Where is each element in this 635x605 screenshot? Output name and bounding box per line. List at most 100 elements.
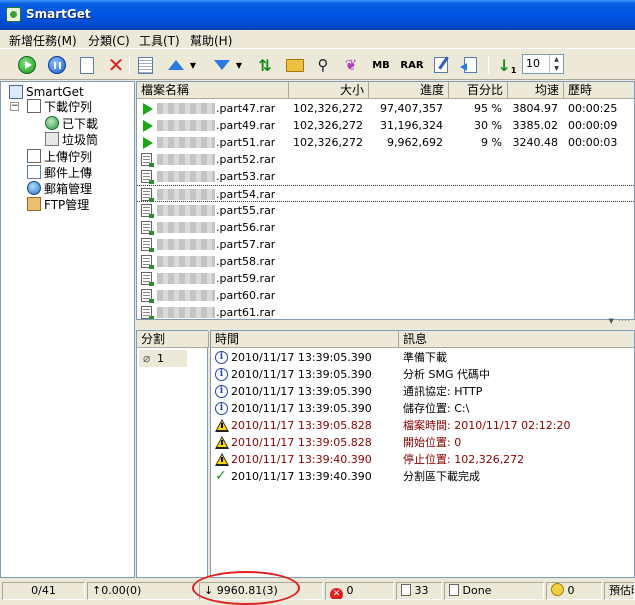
col-time[interactable]: 時間 [211, 331, 399, 348]
open-folder-button[interactable] [284, 54, 306, 76]
cell-time [564, 202, 630, 219]
file-name: .part47.rar [216, 102, 276, 115]
tree-item-trash[interactable]: 垃圾筒 [45, 131, 98, 147]
queued-file-icon [141, 306, 154, 319]
paperclip-icon: ⌀ [143, 351, 151, 365]
log-row[interactable]: 2010/11/17 13:39:05.828 開始位置: 0 [211, 434, 634, 451]
tree-item-upload-queue[interactable]: 上傳佇列 [27, 148, 92, 164]
col-filename[interactable]: 檔案名稱 [137, 82, 289, 99]
tree-item-mailbox[interactable]: 郵箱管理 [27, 180, 92, 196]
log-time: 2010/11/17 13:39:05.390 [231, 402, 372, 415]
col-elapsed[interactable]: 歷時 [564, 82, 634, 99]
table-row[interactable]: .part53.rar [137, 168, 634, 185]
rar-button[interactable]: RAR [399, 54, 425, 76]
log-row[interactable]: i 2010/11/17 13:39:05.390 分析 SMG 代碼中 [211, 366, 634, 383]
log-row[interactable]: i 2010/11/17 13:39:05.390 通訊協定: HTTP [211, 383, 634, 400]
collapse-toggle[interactable]: − [10, 102, 19, 111]
tree-item-mail-upload[interactable]: 郵件上傳 [27, 164, 92, 180]
table-row[interactable]: .part61.rar [137, 304, 634, 319]
tree-item-label: 垃圾筒 [62, 132, 99, 147]
properties-button[interactable] [134, 54, 156, 76]
log-row[interactable]: i 2010/11/17 13:39:05.390 準備下載 [211, 349, 634, 366]
col-progress[interactable]: 進度 [369, 82, 449, 99]
menu-help[interactable]: 幫助(H) [190, 32, 232, 49]
thread-count-spinner[interactable]: 10 ▲ ▼ [522, 54, 564, 74]
table-row[interactable]: .part55.rar [137, 202, 634, 219]
cell-pct [449, 287, 502, 304]
redacted-filename [157, 137, 215, 148]
move-down-dropdown[interactable]: ▼ [234, 54, 244, 76]
cell-time: 00:00:25 [568, 102, 618, 115]
menu-category[interactable]: 分類(C) [88, 32, 130, 49]
cell-speed [508, 151, 558, 168]
move-up-button[interactable] [165, 54, 187, 76]
status-scheduled: 0 [546, 582, 602, 600]
mb-button[interactable]: MB [370, 54, 392, 76]
menu-new-task[interactable]: 新增任務(M) [9, 32, 77, 49]
cell-progress [369, 186, 443, 203]
downloading-icon [143, 120, 153, 132]
cell-size: 102,326,272 [293, 102, 363, 115]
pane-splitter[interactable]: ▼ ···· [136, 317, 635, 330]
cell-time [564, 219, 630, 236]
move-down-button[interactable] [211, 54, 233, 76]
col-speed[interactable]: 均速 [508, 82, 564, 99]
cell-pct [449, 270, 502, 287]
table-row[interactable]: .part57.rar [137, 236, 634, 253]
group-button[interactable]: ❦ [340, 54, 362, 76]
log-row[interactable]: 2010/11/17 13:39:05.828 檔案時間: 2010/11/17 … [211, 417, 634, 434]
speed-button[interactable]: ⇅ [254, 54, 276, 76]
table-row[interactable]: .part51.rar 102,326,272 9,962,692 9 % 3240.4… [137, 134, 634, 151]
log-row[interactable]: 2010/11/17 13:39:40.390 停止位置: 102,326,272 [211, 451, 634, 468]
table-row[interactable]: .part58.rar [137, 253, 634, 270]
file-name: .part59.rar [216, 272, 276, 285]
redacted-filename [157, 205, 215, 216]
threads-icon-button[interactable]: ↓ 1 [496, 54, 518, 76]
tree-item-ftp[interactable]: FTP管理 [27, 196, 89, 212]
log-row[interactable]: ✓ 2010/11/17 13:39:40.390 分割區下載完成 [211, 468, 634, 485]
cell-pct [449, 186, 502, 203]
col-size[interactable]: 大小 [289, 82, 369, 99]
log-row[interactable]: i 2010/11/17 13:39:05.390 儲存位置: C:\ [211, 400, 634, 417]
col-segment[interactable]: 分割 [137, 331, 209, 348]
table-row[interactable]: .part52.rar [137, 151, 634, 168]
file-name: .part57.rar [216, 238, 276, 251]
edit-button[interactable] [430, 54, 452, 76]
warning-icon [215, 436, 229, 449]
table-row[interactable]: .part60.rar [137, 287, 634, 304]
table-row[interactable]: .part47.rar 102,326,272 97,407,357 95 % 3804… [137, 100, 634, 117]
move-up-dropdown[interactable]: ▼ [188, 54, 198, 76]
start-button[interactable] [16, 54, 38, 76]
table-row[interactable]: .part54.rar [137, 185, 634, 203]
segment-item[interactable]: ⌀ 1 [139, 350, 187, 367]
cell-pct [449, 236, 502, 253]
downloading-icon [143, 103, 153, 115]
info-icon: i [215, 385, 228, 398]
splitter-grip-icon: ▼ ···· [608, 317, 631, 325]
cell-time [564, 270, 630, 287]
title-bar[interactable]: SmartGet [0, 0, 635, 30]
spin-down-icon[interactable]: ▼ [550, 64, 563, 73]
spinner-arrows[interactable]: ▲ ▼ [549, 55, 563, 73]
col-message[interactable]: 訊息 [399, 331, 634, 348]
redacted-filename [157, 273, 215, 284]
spin-up-icon[interactable]: ▲ [550, 55, 563, 64]
cell-size [289, 287, 363, 304]
table-row[interactable]: .part59.rar [137, 270, 634, 287]
menu-tools[interactable]: 工具(T) [139, 32, 180, 49]
find-button[interactable]: ⚲ [312, 54, 334, 76]
table-row[interactable]: .part56.rar [137, 219, 634, 236]
tree-item-downloaded[interactable]: 已下載 [45, 115, 98, 131]
table-row[interactable]: .part49.rar 102,326,272 31,196,324 30 % 3385… [137, 117, 634, 134]
delete-button[interactable]: ✕ [105, 54, 127, 76]
log-header: 時間 訊息 [211, 331, 634, 348]
pause-button[interactable] [46, 54, 68, 76]
cell-size [289, 270, 363, 287]
new-file-button[interactable] [76, 54, 98, 76]
tree-item-download-queue[interactable]: 下載佇列 [27, 98, 92, 114]
status-done-value: Done [462, 584, 492, 597]
export-button[interactable] [459, 54, 481, 76]
redacted-filename [157, 154, 215, 165]
cell-speed: 3804.97 [512, 102, 559, 115]
col-percent[interactable]: 百分比 [449, 82, 508, 99]
